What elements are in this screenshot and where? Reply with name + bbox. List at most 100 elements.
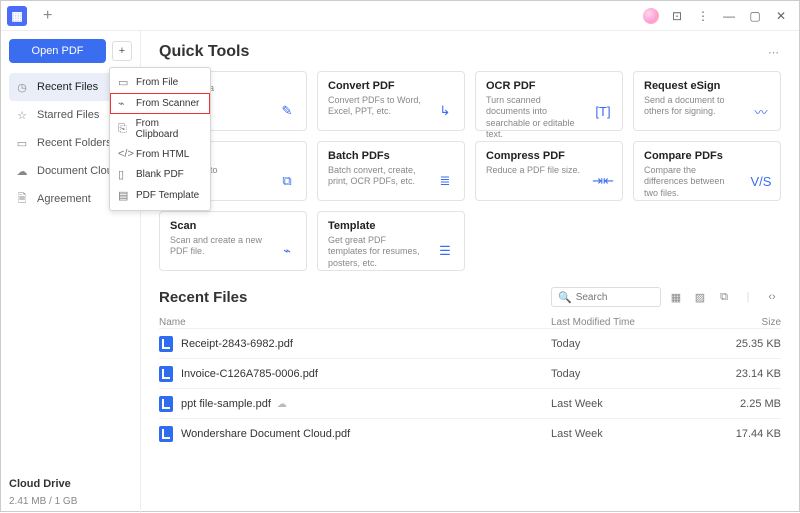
blank-icon: ▯ (118, 168, 130, 181)
card-request-esign[interactable]: Request eSign Send a document to others … (633, 71, 781, 131)
file-size: 25.35 KB (721, 338, 781, 350)
cloud-icon: ☁ (15, 165, 29, 178)
more-icon[interactable]: ⋮ (691, 4, 715, 28)
card-title: Template (328, 220, 454, 232)
html-icon: </> (118, 148, 130, 160)
view-list-button[interactable]: ▦ (667, 288, 685, 306)
menu-item-from-html[interactable]: </>From HTML (110, 144, 210, 164)
column-header-modified[interactable]: Last Modified Time (551, 317, 721, 328)
menu-item-blank-pdf[interactable]: ▯ Blank PDF (110, 164, 210, 185)
new-tab-button[interactable]: + (43, 8, 52, 24)
column-header-size[interactable]: Size (721, 317, 781, 328)
create-pdf-button[interactable]: + (112, 41, 132, 61)
comment-icon[interactable]: ⊡ (665, 4, 689, 28)
window-minimize-button[interactable]: — (717, 4, 741, 28)
file-row[interactable]: Wondershare Document Cloud.pdfLast Week1… (159, 418, 781, 448)
file-name: Receipt-2843-6982.pdf (181, 338, 551, 350)
batch-icon: ≣ (434, 170, 456, 192)
card-ocr-pdf[interactable]: OCR PDF Turn scanned documents into sear… (475, 71, 623, 131)
card-scan[interactable]: Scan Scan and create a new PDF file. ⌁ (159, 211, 307, 271)
main-panel: Quick Tools ⋯ mages in a ✎ Convert PDF C… (141, 31, 799, 513)
sidebar-item-label: Agreement (37, 193, 91, 205)
file-modified: Today (551, 368, 721, 380)
card-compress-pdf[interactable]: Compress PDF Reduce a PDF file size. ⇥⇤ (475, 141, 623, 201)
pdf-file-icon (159, 426, 173, 442)
scan-icon: ⌁ (276, 240, 298, 262)
card-desc: Convert PDFs to Word, Excel, PPT, etc. (328, 95, 423, 118)
search-icon: 🔍 (558, 291, 572, 304)
scanner-icon: ⌁ (118, 97, 130, 110)
window-maximize-button[interactable]: ▢ (743, 4, 767, 28)
siri-icon[interactable] (639, 4, 663, 28)
card-title: OCR PDF (486, 80, 612, 92)
menu-label: Blank PDF (136, 169, 184, 180)
quick-tools-grid: mages in a ✎ Convert PDF Convert PDFs to… (159, 71, 781, 271)
sidebar-item-label: Starred Files (37, 109, 99, 121)
file-modified: Today (551, 338, 721, 350)
card-batch-pdfs[interactable]: Batch PDFs Batch convert, create, print,… (317, 141, 465, 201)
open-pdf-button[interactable]: Open PDF (9, 39, 106, 63)
sidebar: Open PDF + ◷ Recent Files ☆ Starred File… (1, 31, 141, 513)
menu-label: From Clipboard (136, 118, 202, 140)
divider: | (739, 288, 757, 306)
card-desc: Send a document to others for signing. (644, 95, 739, 118)
card-title: Convert PDF (328, 80, 454, 92)
pdf-file-icon (159, 366, 173, 382)
compress-icon: ⇥⇤ (592, 170, 614, 192)
card-desc: Scan and create a new PDF file. (170, 235, 265, 258)
convert-icon: ↳ (434, 100, 456, 122)
view-grid-button[interactable]: ▨ (691, 288, 709, 306)
menu-item-from-clipboard[interactable]: ⎘ From Clipboard (110, 114, 210, 144)
pdf-file-icon (159, 336, 173, 352)
document-icon: 🗎 (15, 190, 29, 209)
template-icon: ▤ (118, 189, 130, 202)
clipboard-icon: ⎘ (118, 123, 130, 136)
search-input-wrapper[interactable]: 🔍 (551, 287, 661, 307)
esign-icon: 〰 (750, 100, 772, 122)
file-modified: Last Week (551, 428, 721, 440)
sidebar-item-label: Recent Files (37, 81, 98, 93)
card-template[interactable]: Template Get great PDF templates for res… (317, 211, 465, 271)
create-pdf-dropdown: ▭From File ⌁ From Scanner ⎘ From Clipboard… (109, 67, 211, 211)
column-header-name[interactable]: Name (159, 317, 551, 328)
ocr-icon: [T] (592, 100, 614, 122)
folder-icon: ▭ (15, 137, 29, 150)
menu-label: From Scanner (136, 98, 199, 109)
file-row[interactable]: Invoice-C126A785-0006.pdfToday23.14 KB (159, 358, 781, 388)
menu-item-from-scanner[interactable]: ⌁ From Scanner (110, 93, 210, 114)
expand-button[interactable]: ‹› (763, 288, 781, 306)
file-row[interactable]: Receipt-2843-6982.pdfToday25.35 KB (159, 328, 781, 358)
cloud-icon: ☁ (277, 399, 287, 410)
card-desc: Reduce a PDF file size. (486, 165, 581, 176)
quick-tools-more-button[interactable]: ⋯ (768, 46, 781, 59)
quick-tools-title: Quick Tools (159, 43, 249, 61)
card-desc: Compare the differences between two file… (644, 165, 739, 199)
card-compare-pdfs[interactable]: Compare PDFs Compare the differences bet… (633, 141, 781, 201)
sidebar-item-label: Document Cloud (37, 165, 119, 177)
file-name: Wondershare Document Cloud.pdf (181, 428, 551, 440)
file-size: 2.25 MB (721, 398, 781, 410)
card-desc: Get great PDF templates for resumes, pos… (328, 235, 423, 269)
menu-item-from-file[interactable]: ▭From File (110, 72, 210, 93)
file-name: ppt file-sample.pdf☁ (181, 398, 551, 410)
card-desc: Turn scanned documents into searchable o… (486, 95, 581, 140)
star-icon: ☆ (15, 109, 29, 122)
card-title: Request eSign (644, 80, 770, 92)
app-logo: ▦ (7, 6, 27, 26)
clock-icon: ◷ (15, 81, 29, 94)
compare-icon: V/S (750, 170, 772, 192)
window-close-button[interactable]: ✕ (769, 4, 793, 28)
card-convert-pdf[interactable]: Convert PDF Convert PDFs to Word, Excel,… (317, 71, 465, 131)
filter-button[interactable]: ⧉ (715, 288, 733, 306)
search-input[interactable] (576, 292, 656, 303)
file-modified: Last Week (551, 398, 721, 410)
pdf-file-icon (159, 396, 173, 412)
file-row[interactable]: ppt file-sample.pdf☁Last Week2.25 MB (159, 388, 781, 418)
menu-label: From File (136, 77, 178, 88)
recent-files-title: Recent Files (159, 289, 247, 306)
file-name: Invoice-C126A785-0006.pdf (181, 368, 551, 380)
card-title: Scan (170, 220, 296, 232)
menu-item-pdf-template[interactable]: ▤PDF Template (110, 185, 210, 206)
combine-icon: ⧉ (276, 170, 298, 192)
card-desc: Batch convert, create, print, OCR PDFs, … (328, 165, 423, 188)
